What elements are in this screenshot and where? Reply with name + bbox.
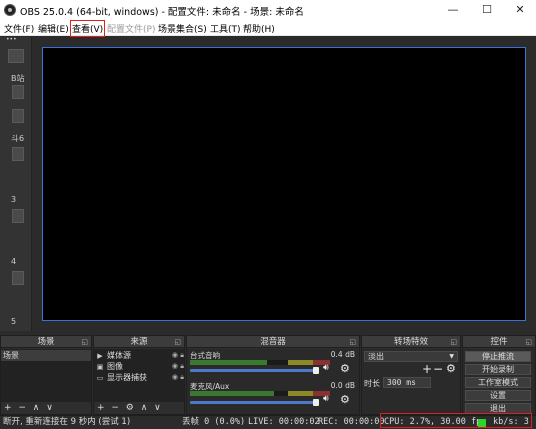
duration-label: 时长 [364,379,380,388]
menu-scene-collection[interactable]: 场景集合(S) [158,22,207,35]
title-bar: OBS 25.0.4 (64-bit, windows) - 配置文件: 未命名… [0,0,536,20]
live-timer: LIVE: 00:00:02 [248,417,320,427]
remove-transition-button[interactable]: − [433,362,443,376]
studio-mode-button[interactable]: 工作室模式 [465,377,531,388]
strip-box[interactable] [12,209,24,223]
scenes-toolbar[interactable]: + − ∧ ∨ [1,402,91,414]
undock-icon[interactable]: ◱ [525,336,532,348]
transitions-body: 淡出 ▼ + − ⚙ 时长 300 ms [362,349,460,414]
volume-meter [190,360,330,365]
strip-box[interactable] [12,109,24,123]
speaker-icon[interactable]: 🔊︎ [323,363,329,373]
strip-box[interactable] [12,271,24,285]
controls-dock-header: 控件 ◱ [463,336,535,348]
menu-view[interactable]: 查看(V) [69,20,106,37]
eye-icon[interactable]: ◉ [172,361,178,372]
transitions-dock-title: 转场特效 [393,337,428,347]
volume-fader[interactable] [190,399,319,406]
window-title: OBS 25.0.4 (64-bit, windows) - 配置文件: 未命名… [20,7,304,18]
menu-file[interactable]: 文件(F) [4,22,34,35]
sources-dock-header: 来源 ◱ [94,336,184,348]
source-label: 显示器捕获 [107,373,147,382]
menu-profile[interactable]: 配置文件(P) [107,22,155,35]
fader-knob[interactable] [313,367,319,374]
source-item[interactable]: ▭ 显示器捕获 ◉ 🔒︎ [96,372,184,383]
sources-dock-title: 来源 [130,337,148,347]
strip-label: 3 [11,195,17,204]
strip-label: 5 [11,317,17,326]
scenes-dock: 场景 ◱ 场景 + − ∧ ∨ [0,335,92,415]
dropped-frames: 丢帧 0 (0.0%) [182,417,246,427]
start-recording-button[interactable]: 开始录制 [465,364,531,375]
strip-label: 斗6 [11,134,25,143]
menu-help[interactable]: 帮助(H) [243,22,275,35]
sources-dock: 来源 ◱ ▶ 媒体源 ◉ 🔒︎ ▣ 图像 ◉ 🔒︎ ▭ 显示器捕获 ◉ 🔒︎ + − ⚙ ∧… [93,335,185,415]
mixer-dock-title: 混音器 [260,337,286,347]
gear-icon[interactable]: ⚙ [340,393,350,406]
mixer-dock-header: 混音器 ◱ [187,336,359,348]
maximize-button[interactable]: ☐ [472,0,502,20]
preview-canvas[interactable] [42,47,526,321]
strip-box[interactable] [12,147,24,161]
add-transition-button[interactable]: + [422,362,432,376]
volume-fader[interactable] [190,367,319,374]
scenes-dock-title: 场景 [37,337,55,347]
rec-timer: REC: 00:00:00 [318,417,385,427]
minimize-button[interactable]: — [438,0,468,20]
source-label: 媒体源 [107,351,131,360]
eye-icon[interactable]: ◉ [172,350,178,361]
transition-select[interactable]: 淡出 ▼ [364,351,458,362]
lock-icon[interactable]: 🔒︎ [180,361,184,372]
controls-dock-title: 控件 [490,337,508,347]
source-item[interactable]: ▶ 媒体源 ◉ 🔒︎ [96,350,184,361]
undock-icon[interactable]: ◱ [81,336,88,348]
transitions-dock: 转场特效 ◱ 淡出 ▼ + − ⚙ 时长 300 ms [361,335,461,415]
close-button[interactable]: ✕ [505,0,535,20]
gear-icon[interactable]: ⚙ [446,362,456,375]
menu-tools[interactable]: 工具(T) [210,22,241,35]
mixer-channel-db: 0.0 dB [330,381,355,390]
mixer-channel-db: 0.4 dB [330,350,355,359]
volume-meter [190,391,330,396]
strip-label: 4 [11,257,17,266]
scene-item[interactable]: 场景 [1,350,91,361]
obs-logo-icon [4,4,16,16]
transitions-dock-header: 转场特效 ◱ [362,336,460,348]
stop-streaming-button[interactable]: 停止推流 [465,351,531,362]
controls-body: 停止推流 开始录制 工作室模式 设置 退出 [463,349,535,414]
strip-dots: ••• [6,36,17,43]
speaker-icon[interactable]: 🔊︎ [323,394,329,404]
undock-icon[interactable]: ◱ [349,336,356,348]
undock-icon[interactable]: ◱ [174,336,181,348]
sources-toolbar[interactable]: + − ⚙ ∧ ∨ [94,402,184,414]
gear-icon[interactable]: ⚙ [340,362,350,375]
settings-button[interactable]: 设置 [465,390,531,401]
scenes-list[interactable]: 场景 [1,349,91,402]
strip-label: B站 [11,74,25,83]
status-message: 断开, 重新连接在 9 秒内 (尝试 1) [3,417,131,427]
undock-icon[interactable]: ◱ [450,336,457,348]
source-label: 图像 [107,362,123,371]
duration-input[interactable]: 300 ms [383,377,431,388]
lock-icon[interactable]: 🔒︎ [180,372,184,383]
mixer-body: 台式音响 0.4 dB 🔊︎ ⚙ 麦克风/Aux 0.0 dB 🔊︎ ⚙ [187,349,359,414]
mixer-dock: 混音器 ◱ 台式音响 0.4 dB 🔊︎ ⚙ 麦克风/Aux 0.0 dB 🔊︎… [186,335,360,415]
fader-knob[interactable] [313,399,319,406]
status-highlight-box [380,413,532,428]
lock-icon[interactable]: 🔒︎ [180,350,184,361]
strip-box[interactable] [8,49,24,63]
chevron-down-icon: ▼ [449,353,454,360]
controls-dock: 控件 ◱ 停止推流 开始录制 工作室模式 设置 退出 [462,335,536,415]
left-dock-strip: ••• B站 斗6 3 4 5 [0,36,32,331]
menu-bar: 文件(F) 编辑(E) 查看(V) 配置文件(P) 场景集合(S) 工具(T) … [0,20,536,37]
eye-icon[interactable]: ◉ [172,372,178,383]
sources-list[interactable]: ▶ 媒体源 ◉ 🔒︎ ▣ 图像 ◉ 🔒︎ ▭ 显示器捕获 ◉ 🔒︎ [94,349,184,402]
transition-selected: 淡出 [368,352,384,361]
scenes-dock-header: 场景 ◱ [1,336,91,348]
strip-box[interactable] [12,85,24,99]
monitor-icon: ▭ [96,374,104,382]
menu-edit[interactable]: 编辑(E) [38,22,69,35]
source-item[interactable]: ▣ 图像 ◉ 🔒︎ [96,361,184,372]
